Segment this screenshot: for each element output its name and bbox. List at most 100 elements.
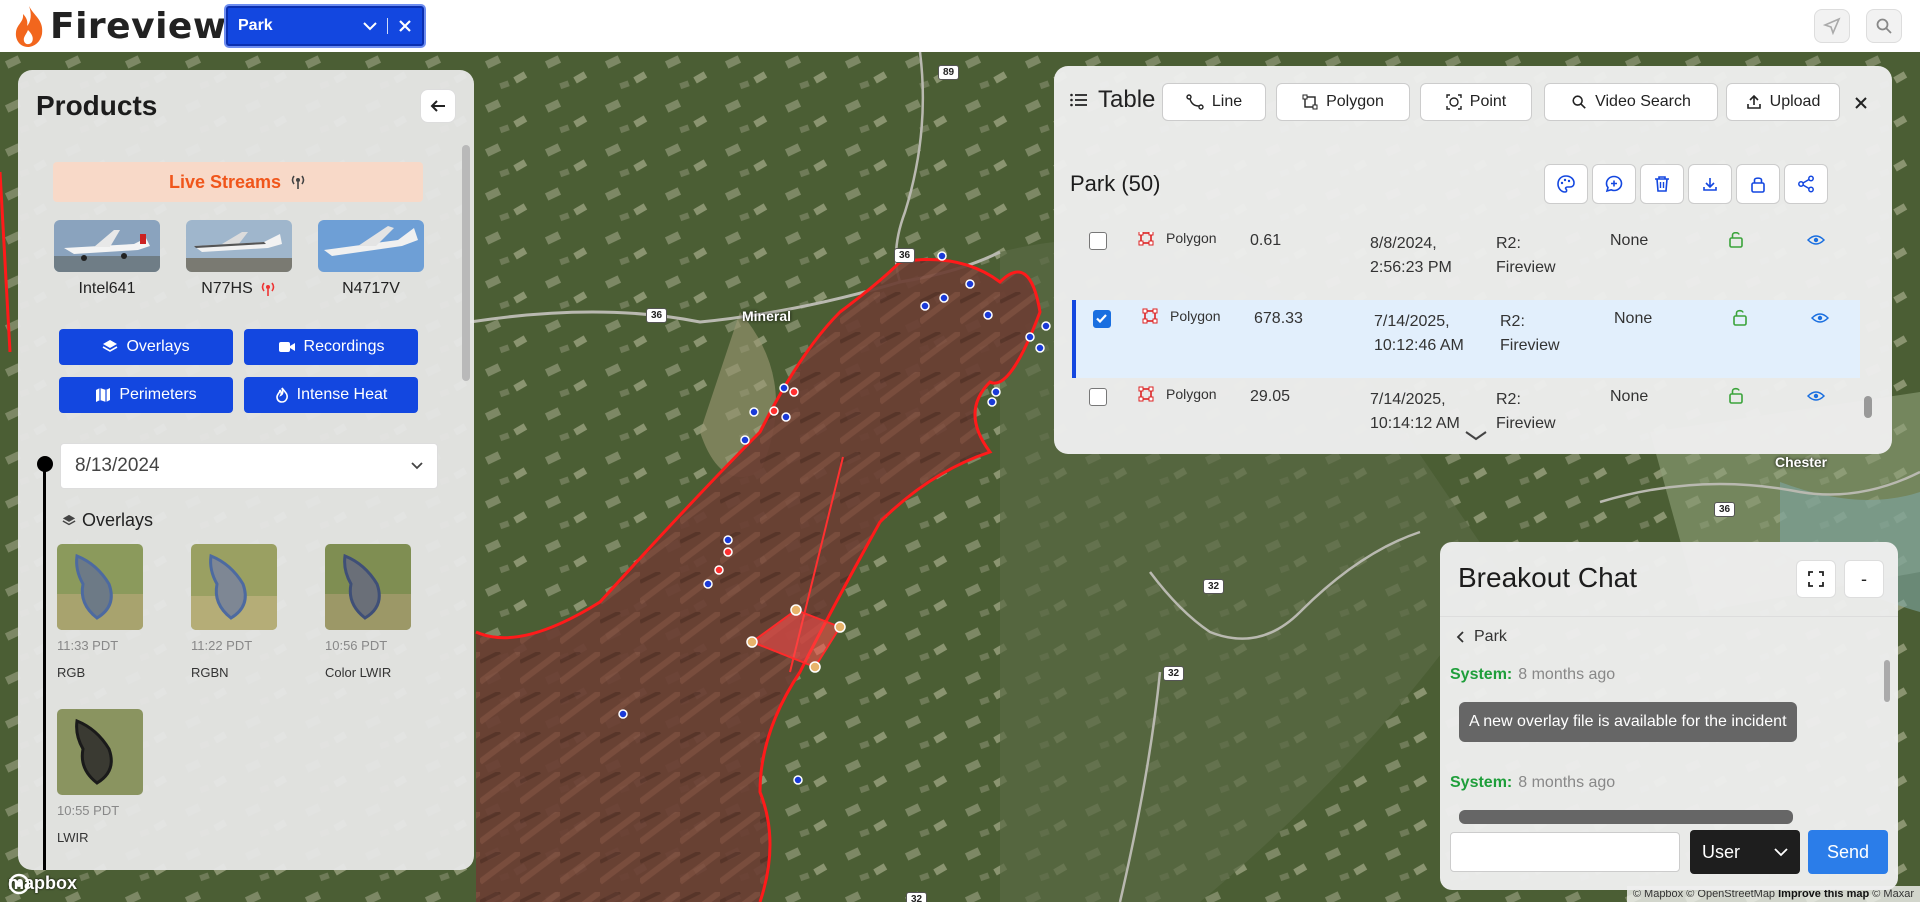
mapbox-logo[interactable]: mapbox xyxy=(8,873,77,895)
aircraft-thumbnail[interactable] xyxy=(318,220,424,272)
highway-shield: 89 xyxy=(938,65,960,80)
delete-button[interactable] xyxy=(1640,164,1684,204)
row-date: 7/14/2025, 10:14:12 AM xyxy=(1370,391,1460,432)
comment-button[interactable] xyxy=(1592,164,1636,204)
row-source: R2: Fireview xyxy=(1496,235,1556,276)
unlocked-icon[interactable] xyxy=(1732,308,1748,326)
overlay-thumbnail[interactable] xyxy=(57,544,143,630)
chat-message-header: System: 8 months ago xyxy=(1450,774,1615,792)
chat-scrollbar[interactable] xyxy=(1884,660,1890,702)
overlay-item[interactable]: 10:55 PDT LWIR xyxy=(57,709,177,845)
chevron-down-icon[interactable] xyxy=(1464,430,1488,442)
download-button[interactable] xyxy=(1688,164,1732,204)
line-tool-button[interactable]: Line xyxy=(1162,83,1266,121)
share-button[interactable] xyxy=(1784,164,1828,204)
row-checkbox[interactable] xyxy=(1093,310,1111,328)
recordings-button[interactable]: Recordings xyxy=(244,329,418,365)
overlays-heading: Overlays xyxy=(62,510,153,531)
eye-icon[interactable] xyxy=(1807,390,1825,402)
table-row[interactable]: Polygon 0.61 8/8/2024, 2:56:23 PM R2: Fire… xyxy=(1072,232,1860,300)
minimize-button[interactable]: - xyxy=(1844,560,1884,598)
chat-title: Breakout Chat xyxy=(1458,562,1637,593)
aircraft-thumbnail[interactable] xyxy=(186,220,292,272)
overlay-item[interactable]: 11:33 PDT RGB xyxy=(57,544,177,680)
aircraft-name: N4717V xyxy=(342,280,400,297)
chat-message-input[interactable] xyxy=(1450,832,1680,872)
overlay-item[interactable]: 11:22 PDT RGBN xyxy=(191,544,311,680)
point-tool-button[interactable]: Point xyxy=(1420,83,1532,121)
close-table-button[interactable] xyxy=(1854,90,1868,116)
highway-shield: 32 xyxy=(1203,579,1225,594)
products-scrollbar[interactable] xyxy=(462,145,470,381)
map-label-chester: Chester xyxy=(1775,454,1828,470)
aircraft-card[interactable]: Intel641 xyxy=(54,220,160,298)
polygon-tool-label: Polygon xyxy=(1326,93,1384,110)
table-title: Table xyxy=(1070,86,1155,114)
table-row[interactable]: Polygon 678.33 7/14/2025, 10:12:46 AM R2:… xyxy=(1072,300,1860,378)
aircraft-card[interactable]: N4717V xyxy=(318,220,424,298)
table-panel: Table Line Polygon Point Video Search Up… xyxy=(1054,66,1892,454)
row-checkbox[interactable] xyxy=(1089,232,1107,250)
live-broadcast-icon xyxy=(261,282,275,296)
chat-back-link[interactable]: Park xyxy=(1456,628,1507,646)
overlays-button[interactable]: Overlays xyxy=(59,329,233,365)
point-tool-label: Point xyxy=(1469,93,1507,110)
aircraft-card[interactable]: N77HS xyxy=(186,220,292,298)
polygon-tool-button[interactable]: Polygon xyxy=(1276,83,1410,121)
table-scrollbar[interactable] xyxy=(1864,396,1872,418)
row-checkbox[interactable] xyxy=(1089,388,1107,406)
row-value: 0.61 xyxy=(1250,232,1282,249)
collapse-panel-button[interactable] xyxy=(420,89,456,123)
unlocked-icon[interactable] xyxy=(1728,232,1744,248)
chat-role-select[interactable]: User xyxy=(1690,830,1800,874)
trash-icon xyxy=(1655,176,1669,192)
send-button[interactable]: Send xyxy=(1808,830,1888,874)
unlocked-icon[interactable] xyxy=(1728,386,1744,404)
download-icon xyxy=(1703,178,1717,191)
perimeters-button-label: Perimeters xyxy=(119,386,197,403)
clear-icon[interactable] xyxy=(398,19,412,33)
search-button[interactable] xyxy=(1866,9,1902,43)
incident-select-divider xyxy=(387,18,388,34)
overlay-thumbnail[interactable] xyxy=(57,709,143,795)
layers-icon xyxy=(103,340,118,352)
date-select[interactable]: 8/13/2024 xyxy=(60,443,438,489)
lock-icon xyxy=(1751,177,1765,193)
row-date: 7/14/2025, 10:12:46 AM xyxy=(1374,313,1464,354)
upload-button[interactable]: Upload xyxy=(1726,83,1840,121)
chevron-down-icon[interactable] xyxy=(363,21,377,31)
eye-icon[interactable] xyxy=(1807,234,1825,246)
overlay-thumbnail[interactable] xyxy=(191,544,277,630)
row-status: None xyxy=(1610,388,1649,405)
perimeters-button[interactable]: Perimeters xyxy=(59,377,233,413)
overlay-item[interactable]: 10:56 PDT Color LWIR xyxy=(325,544,445,680)
polygon-icon xyxy=(1138,232,1154,246)
row-type: Polygon xyxy=(1166,232,1217,246)
overlay-time: 11:22 PDT xyxy=(191,638,253,653)
style-button[interactable] xyxy=(1544,164,1588,204)
locate-button[interactable] xyxy=(1814,9,1850,43)
message-time: 8 months ago xyxy=(1518,666,1616,683)
app-logo[interactable]: Fireview xyxy=(12,4,227,48)
overlay-thumbnail[interactable] xyxy=(325,544,411,630)
row-status: None xyxy=(1614,310,1653,327)
chevron-down-icon xyxy=(1774,847,1788,856)
eye-icon[interactable] xyxy=(1811,312,1829,324)
fullscreen-icon xyxy=(1808,571,1824,587)
fullscreen-button[interactable] xyxy=(1796,560,1836,598)
video-search-button[interactable]: Video Search xyxy=(1544,83,1718,121)
table-row[interactable]: Polygon 29.05 7/14/2025, 10:14:12 AM R2: F… xyxy=(1072,378,1860,432)
overlays-heading-label: Overlays xyxy=(82,510,154,530)
chat-crumb-label: Park xyxy=(1474,628,1507,645)
table-rows: Polygon 0.61 8/8/2024, 2:56:23 PM R2: Fire… xyxy=(1072,232,1892,432)
polygon-icon xyxy=(1142,308,1158,324)
aircraft-thumbnail[interactable] xyxy=(54,220,160,272)
incident-select[interactable]: Park xyxy=(226,6,424,46)
overlay-time: 10:55 PDT xyxy=(57,803,120,818)
close-icon xyxy=(1855,97,1867,109)
lock-button[interactable] xyxy=(1736,164,1780,204)
upload-label: Upload xyxy=(1769,93,1821,110)
mapbox-icon xyxy=(8,873,30,895)
list-icon xyxy=(1070,93,1087,107)
intense-heat-button[interactable]: Intense Heat xyxy=(244,377,418,413)
